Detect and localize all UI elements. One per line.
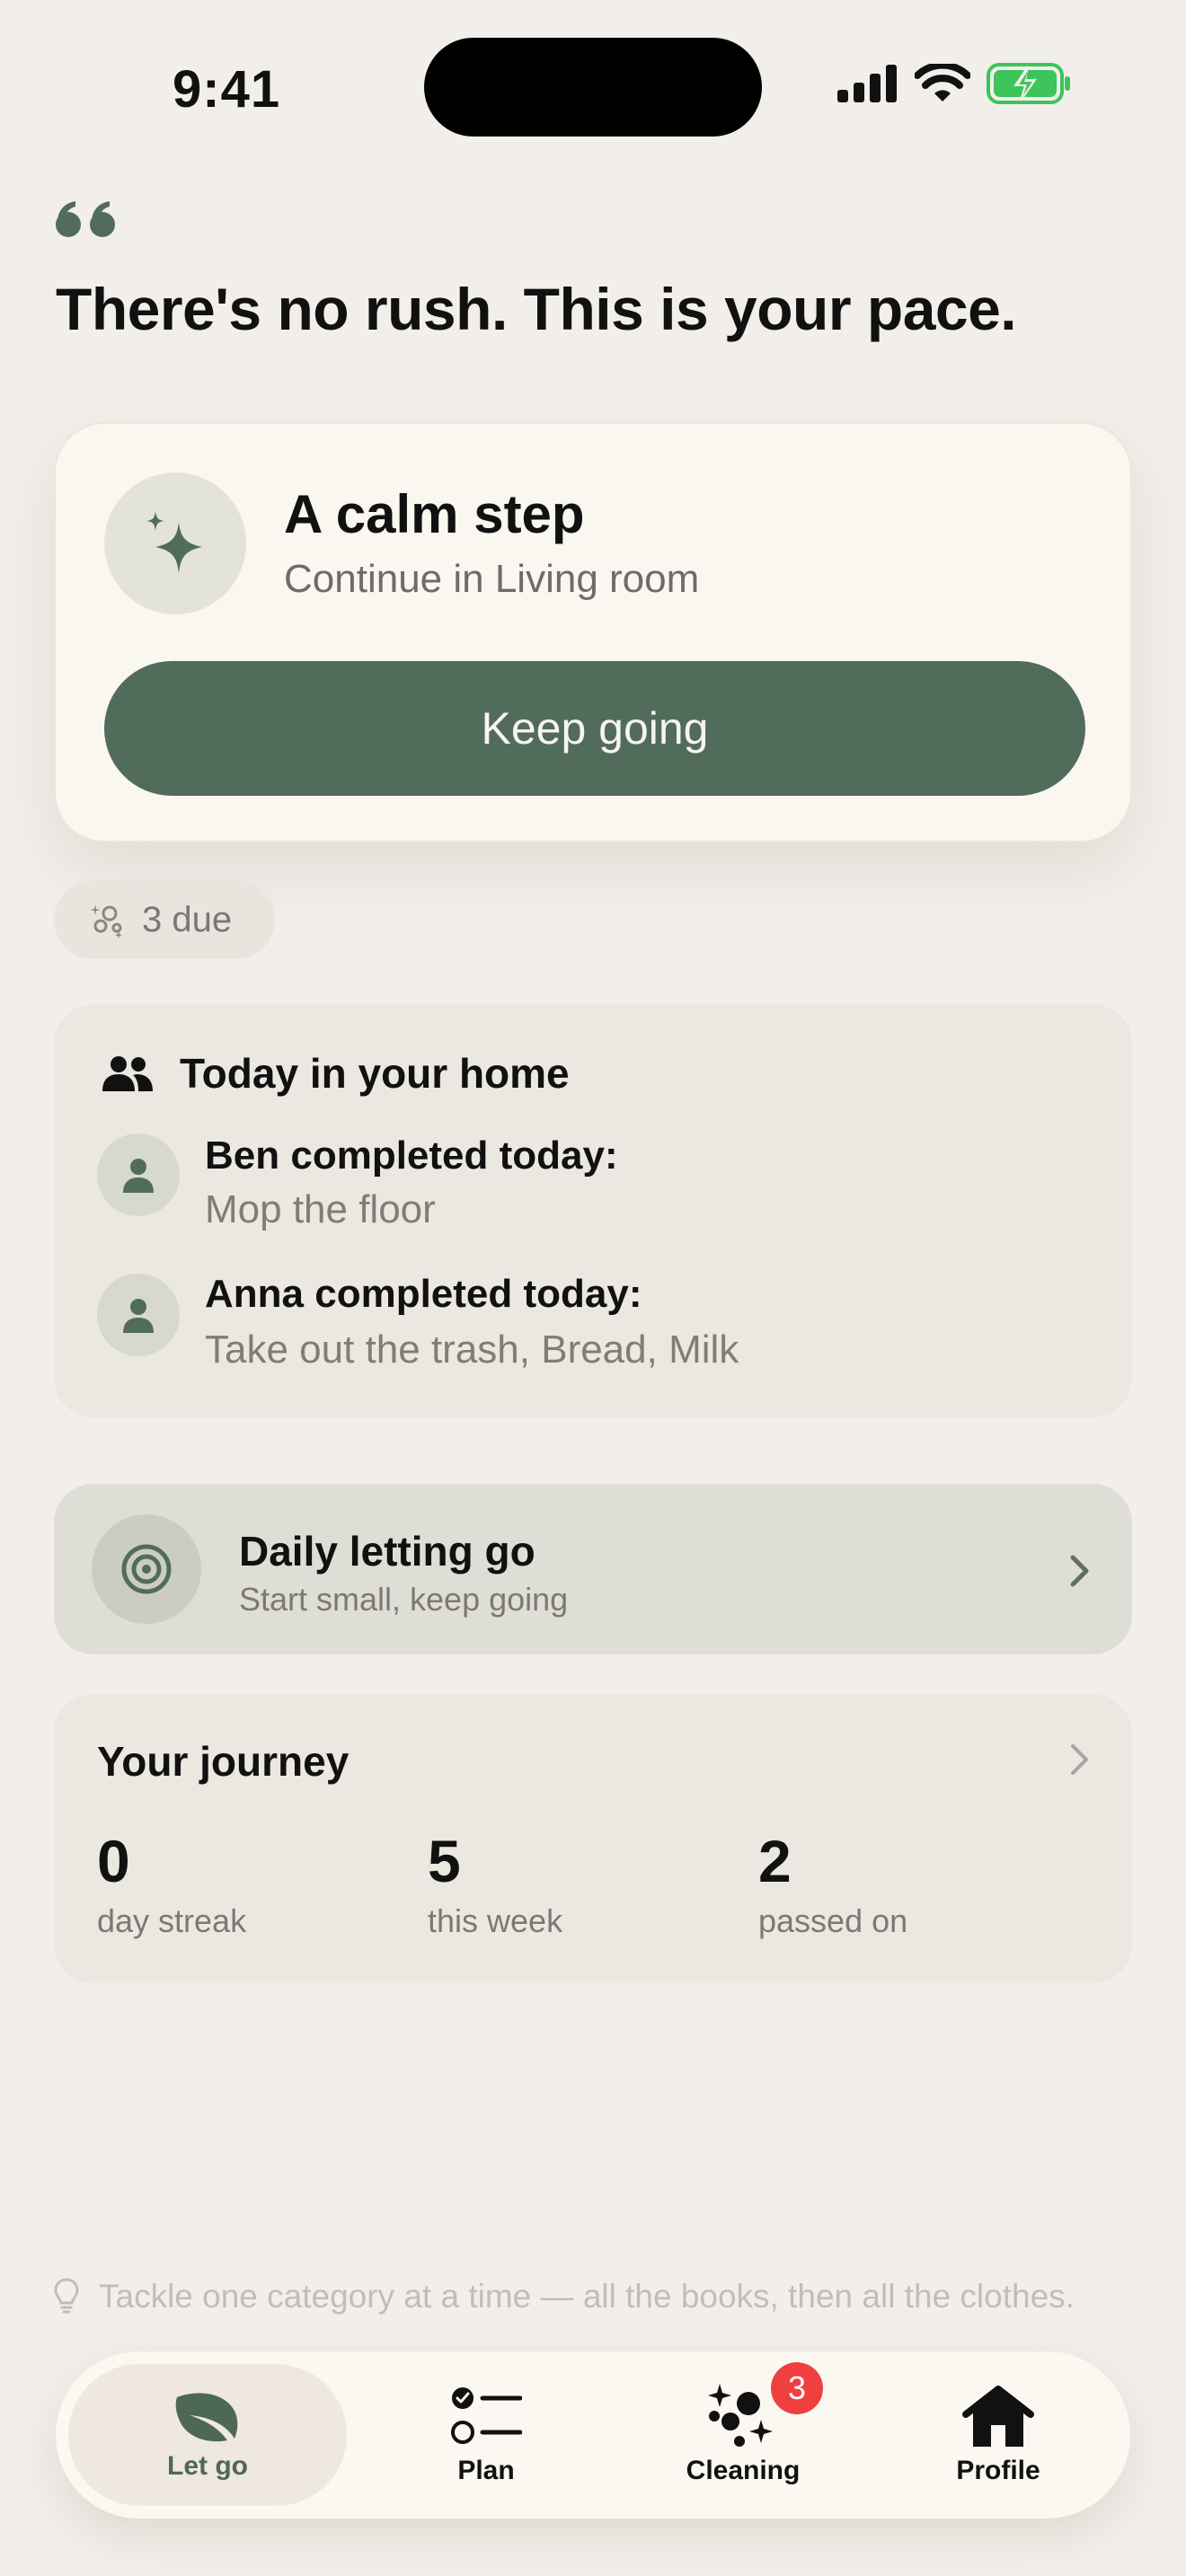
- due-chip-label: 3 due: [142, 899, 233, 940]
- keep-going-button[interactable]: Keep going: [104, 661, 1085, 796]
- letting-go-subtitle: Start small, keep going: [239, 1581, 569, 1618]
- week-label: this week: [428, 1902, 563, 1939]
- streak-label: day streak: [97, 1902, 247, 1939]
- status-icons: [837, 63, 1071, 104]
- cleaning-badge: 3: [771, 2362, 823, 2414]
- passed-on-value: 2: [758, 1828, 792, 1894]
- hero-subtitle: Continue in Living room: [284, 557, 700, 601]
- status-bar: 9:41: [0, 0, 1186, 171]
- chevron-right-icon: [1071, 1744, 1088, 1775]
- person-icon: [123, 1159, 154, 1193]
- tab-plan[interactable]: Plan: [383, 2364, 589, 2506]
- today-title: Today in your home: [180, 1050, 570, 1097]
- sparkle-bubbles-icon: [708, 2384, 773, 2447]
- tab-label: Profile: [956, 2456, 1040, 2485]
- tab-profile[interactable]: Profile: [895, 2364, 1102, 2506]
- letting-go-title: Daily letting go: [239, 1528, 535, 1575]
- tab-let-go[interactable]: Let go: [68, 2364, 347, 2506]
- activity-name: Ben completed today:: [205, 1134, 618, 1178]
- hero-icon-circle: [104, 472, 246, 614]
- target-icon: [121, 1544, 172, 1594]
- sparkles-icon: [146, 511, 202, 574]
- wifi-icon: [915, 64, 970, 101]
- activity-name: Anna completed today:: [205, 1272, 642, 1316]
- letting-go-icon-circle: [92, 1514, 201, 1624]
- today-activity-card: Today in your home Ben completed today: …: [54, 1004, 1132, 1417]
- house-icon: [962, 2386, 1034, 2447]
- tab-label: Cleaning: [686, 2456, 801, 2485]
- passed-on-label: passed on: [758, 1902, 908, 1939]
- tip-text: Tackle one category at a time — all the …: [99, 2278, 1075, 2315]
- avatar: [97, 1274, 180, 1356]
- quote-mark-icon: [56, 201, 115, 237]
- lightbulb-icon: [54, 2278, 79, 2314]
- journey-card[interactable]: Your journey 0 day streak 5 this week 2 …: [54, 1694, 1132, 1983]
- hero-title: A calm step: [284, 484, 585, 544]
- due-chip[interactable]: 3 due: [54, 880, 275, 959]
- chevron-right-icon: [1070, 1555, 1089, 1587]
- tab-bar: Let go Plan Cleaning 3 Profile: [56, 2351, 1130, 2519]
- leaf-icon: [175, 2393, 238, 2442]
- checklist-icon: [451, 2387, 522, 2444]
- streak-value: 0: [97, 1828, 130, 1894]
- people-icon: [102, 1056, 153, 1091]
- avatar: [97, 1134, 180, 1216]
- activity-detail: Mop the floor: [205, 1187, 436, 1231]
- week-value: 5: [428, 1828, 461, 1894]
- tip-row: Tackle one category at a time — all the …: [54, 2278, 1075, 2316]
- page-headline: There's no rush. This is your pace.: [56, 276, 1017, 342]
- battery-charging-icon: [987, 63, 1070, 104]
- today-header: Today in your home: [101, 1049, 570, 1098]
- dynamic-island: [424, 38, 762, 137]
- sparkle-bubbles-small-icon: [90, 904, 122, 939]
- person-icon: [123, 1299, 154, 1333]
- tab-label: Plan: [457, 2456, 515, 2485]
- journey-title: Your journey: [97, 1738, 350, 1785]
- calm-step-card: A calm step Continue in Living room Keep…: [54, 422, 1132, 842]
- tab-label: Let go: [167, 2451, 248, 2481]
- activity-detail: Take out the trash, Bread, Milk: [205, 1328, 739, 1372]
- daily-letting-go-card[interactable]: Daily letting go Start small, keep going: [54, 1484, 1132, 1654]
- status-time: 9:41: [173, 60, 281, 119]
- cellular-signal-icon: [837, 65, 897, 102]
